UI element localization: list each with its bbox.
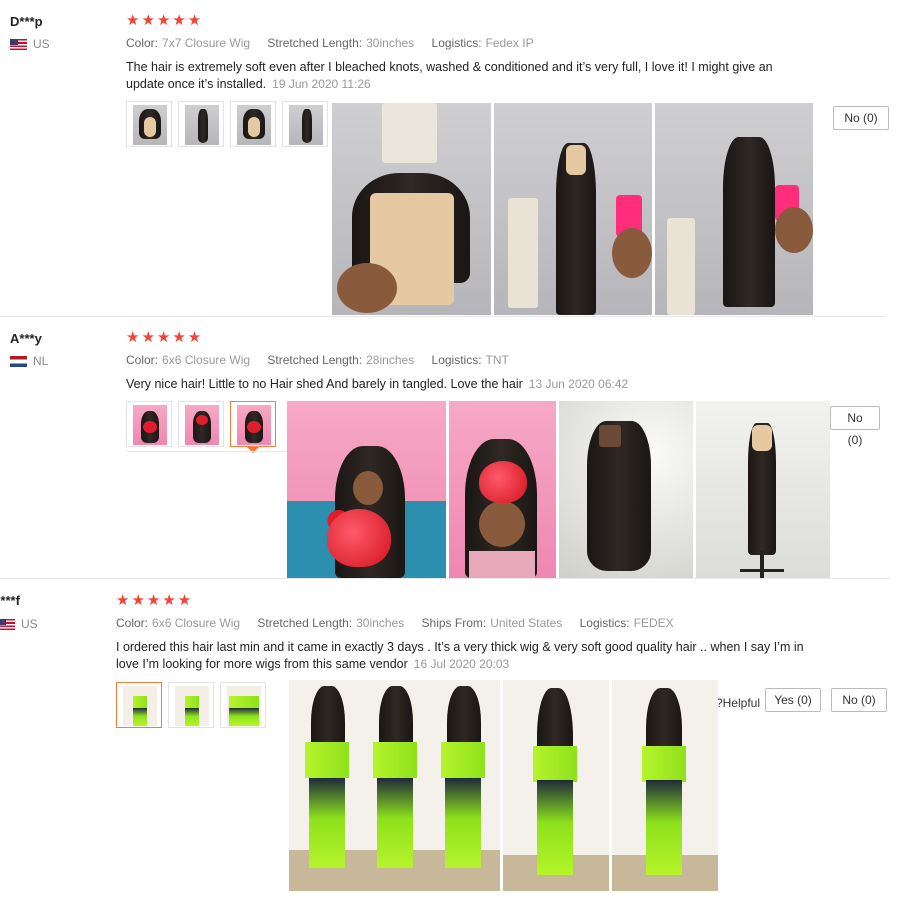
helpful-label: Helpful?: [718, 696, 760, 710]
review-2: A***y NL ★★★★★ Color: 6x6 Closure Wig Str…: [0, 318, 900, 580]
reviewer-country: US: [0, 617, 38, 631]
review-photo[interactable]: [287, 401, 446, 578]
review-photo[interactable]: [559, 401, 693, 578]
review-3: K***f US ★★★★★ Color:6x6 Closure Wig Str…: [0, 580, 900, 900]
country-code: US: [21, 617, 38, 631]
review-thumbnail[interactable]: [220, 682, 266, 728]
helpful-no-button[interactable]: No (0): [830, 406, 880, 447]
reviewer-name: D***p: [10, 14, 43, 29]
reviewer-country: NL: [10, 354, 48, 368]
review-photo[interactable]: [612, 680, 718, 891]
review-thumbnail[interactable]: [168, 682, 214, 728]
us-flag-icon: [10, 38, 27, 50]
review-photo[interactable]: [696, 401, 830, 578]
reviewer-country: US: [10, 37, 50, 51]
divider: [0, 316, 886, 317]
review-photo[interactable]: [503, 680, 609, 891]
review-date: 13 Jun 2020 06:42: [528, 377, 629, 391]
reviewer-name: A***y: [10, 331, 42, 346]
review-photo[interactable]: [332, 103, 491, 315]
review-thumbnail-selected[interactable]: [230, 401, 276, 447]
review-thumbnail[interactable]: [230, 101, 276, 147]
reviewer-name: K***f: [0, 593, 20, 608]
review-thumbnail[interactable]: [178, 401, 224, 447]
sku-attributes: Color: 6x6 Closure Wig Stretched Length: 2…: [126, 353, 509, 367]
review-text: Very nice hair! Little to no Hair shed A…: [126, 377, 629, 391]
review-text: The hair is extremely soft even after I …: [126, 60, 773, 91]
helpful-yes-button[interactable]: Yes (0): [765, 688, 821, 712]
us-flag-icon: [0, 618, 15, 630]
sku-attributes: Color: 7x7 Closure Wig Stretched Length: 3…: [126, 36, 534, 50]
review-date: 16 Jul 2020 20:03: [413, 657, 510, 671]
star-rating: ★★★★★: [126, 329, 204, 346]
country-code: US: [33, 37, 50, 51]
thumbnail-underline: [126, 451, 288, 452]
helpful-no-button[interactable]: No (0): [833, 106, 889, 130]
review-photo[interactable]: [289, 680, 500, 891]
divider: [0, 578, 890, 579]
star-rating: ★★★★★: [116, 592, 194, 609]
review-thumbnail[interactable]: [282, 101, 328, 147]
helpful-no-button[interactable]: No (0): [831, 688, 887, 712]
review-photo[interactable]: [494, 103, 652, 315]
country-code: NL: [33, 354, 49, 368]
review-date: 19 Jun 2020 11:26: [272, 77, 371, 91]
review-1: D***p US ★★★★★ Color: 7x7 Closure Wig Str…: [0, 0, 900, 318]
review-text: I ordered this hair last min and it came…: [116, 640, 804, 671]
sku-attributes: Color: 6x6 Closure Wig Stretched Length: 3…: [116, 616, 674, 630]
review-thumbnail-selected[interactable]: [116, 682, 162, 728]
review-photo[interactable]: [655, 103, 813, 315]
review-thumbnail[interactable]: [178, 101, 224, 147]
selected-caret-icon: [247, 447, 259, 453]
nl-flag-icon: [10, 355, 27, 367]
star-rating: ★★★★★: [126, 12, 204, 29]
review-photo[interactable]: [449, 401, 556, 578]
review-thumbnail[interactable]: [126, 401, 172, 447]
review-thumbnail[interactable]: [126, 101, 172, 147]
